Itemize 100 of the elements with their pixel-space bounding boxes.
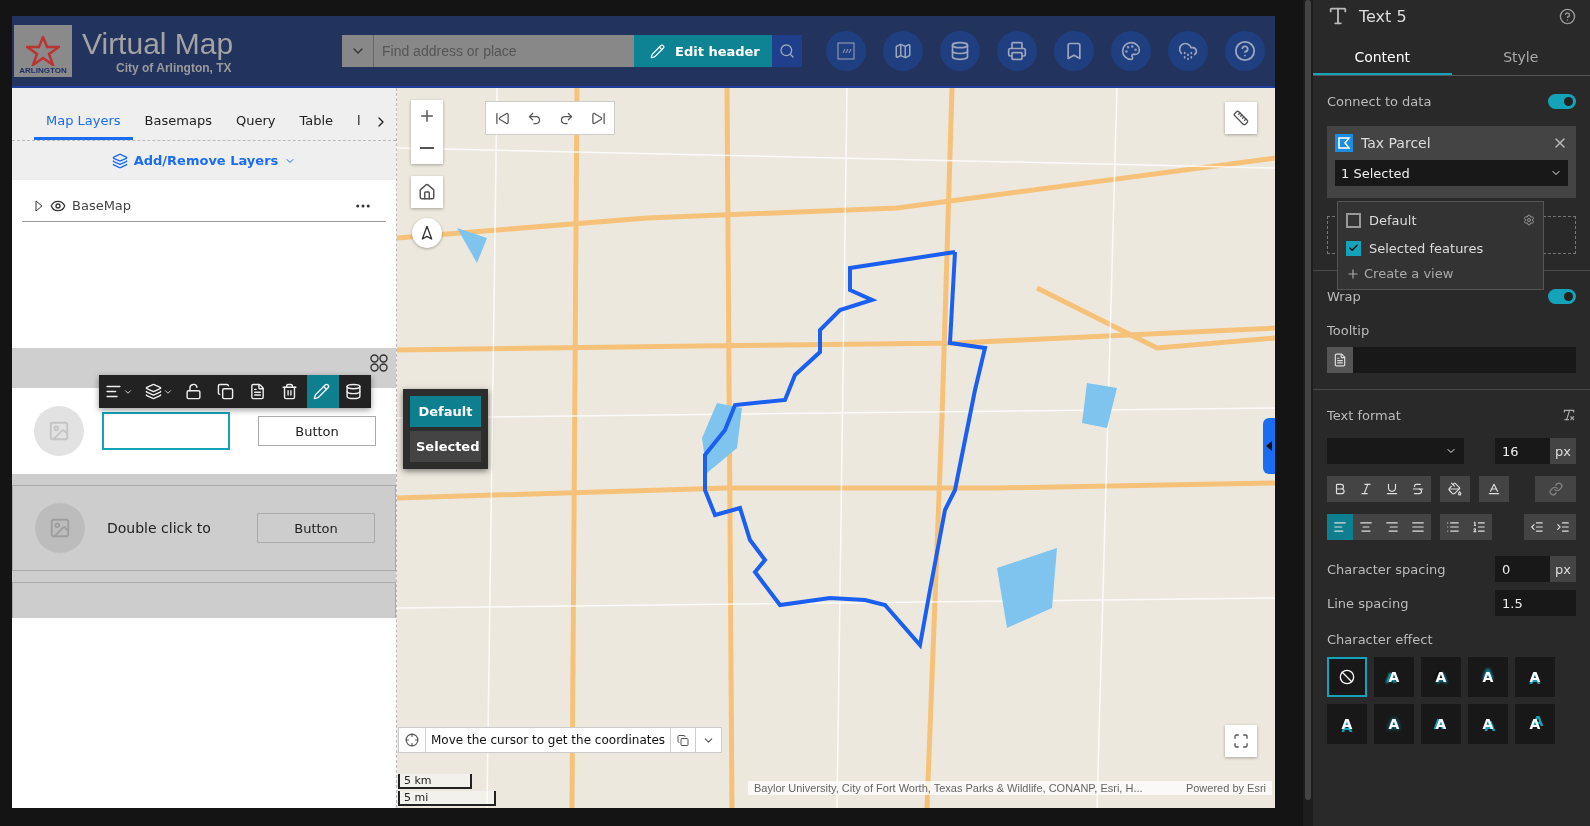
home-button[interactable]	[411, 176, 443, 208]
print-icon[interactable]	[997, 31, 1037, 71]
bookmark-icon[interactable]	[1054, 31, 1094, 71]
font-size-field[interactable]: 16	[1495, 438, 1550, 464]
settings-tab[interactable]: Style	[1451, 40, 1590, 75]
fullscreen-button[interactable]	[1225, 725, 1257, 757]
unit-label: px	[1550, 438, 1576, 464]
layer-row[interactable]: BaseMap	[22, 190, 386, 222]
plus-icon	[418, 107, 436, 125]
text-widget-icon	[1327, 5, 1349, 27]
layers-icon	[145, 383, 162, 400]
text-effect-option[interactable]: A	[1515, 657, 1555, 697]
powered-by-text: Powered by Esri	[1185, 782, 1266, 794]
redo-icon	[558, 110, 574, 126]
setting-label: Wrap	[1327, 288, 1361, 304]
view-label: Selected features	[1369, 240, 1485, 256]
help-icon[interactable]	[1225, 31, 1265, 71]
text-box[interactable]: Double click to	[103, 509, 231, 547]
list-item[interactable]: Double click to Button	[12, 485, 396, 571]
text-effect-option[interactable]: A	[1374, 704, 1414, 744]
view-select[interactable]: 1 Selected	[1335, 160, 1568, 186]
checkbox[interactable]	[1346, 212, 1361, 228]
state-button[interactable]: Default	[410, 396, 481, 427]
list-item-button[interactable]: Button	[257, 513, 375, 543]
char-spacing-field[interactable]: 0	[1495, 556, 1550, 582]
setting-label: Character spacing	[1327, 561, 1446, 577]
minus-icon	[420, 147, 434, 149]
star-icon	[26, 36, 60, 66]
pencil-icon[interactable]	[307, 375, 339, 408]
grid-icon[interactable]	[370, 354, 388, 372]
text-effect-option[interactable]: A	[1421, 704, 1461, 744]
app-title: Virtual Map	[82, 27, 235, 61]
image-placeholder	[35, 503, 85, 553]
crosshair-icon	[405, 733, 419, 747]
text-effect-option[interactable]: A	[1468, 704, 1508, 744]
fullscreen-icon	[1233, 733, 1249, 749]
panel-tab[interactable]: Query	[223, 113, 288, 140]
wrap-toggle[interactable]	[1548, 288, 1576, 304]
text-effect-option[interactable]: A	[1421, 657, 1461, 697]
data-source-name: Tax Parcel	[1361, 135, 1432, 151]
caret-right-icon[interactable]	[34, 198, 44, 213]
map-icon[interactable]	[883, 31, 923, 71]
setting-label: Connect to data	[1327, 93, 1432, 109]
check-icon	[1348, 242, 1359, 254]
layer-name: BaseMap	[72, 198, 133, 213]
scale-label: 5 km	[398, 774, 472, 789]
plus-icon	[1346, 266, 1360, 281]
view-label: Default	[1369, 212, 1418, 228]
scrollbar[interactable]	[1305, 0, 1311, 800]
setting-label: Line spacing	[1327, 595, 1409, 611]
setting-label: Tooltip	[1327, 322, 1370, 338]
panel-tab[interactable]: l	[345, 113, 373, 140]
text-effect-option[interactable]: A	[1468, 657, 1508, 697]
undo-icon	[526, 110, 542, 126]
zoom-out-button[interactable]	[411, 132, 443, 164]
tooltip-field[interactable]	[1327, 347, 1576, 373]
view-option[interactable]: Selected features	[1338, 234, 1543, 262]
view-option[interactable]: Default	[1338, 206, 1543, 234]
unit-label: px	[1550, 556, 1576, 582]
cloud-rain-icon[interactable]	[1168, 31, 1208, 71]
no-effect-option[interactable]	[1327, 657, 1367, 697]
settings-tab[interactable]: Content	[1313, 40, 1452, 75]
list-item-button[interactable]: Button	[258, 416, 376, 446]
text-box[interactable]	[102, 412, 230, 450]
help-icon[interactable]	[1559, 7, 1576, 25]
compass-button[interactable]	[412, 218, 442, 248]
pencil-icon	[650, 43, 665, 59]
logo-text: ARLINGTON	[19, 66, 67, 75]
scale-label: 5 mi	[398, 791, 496, 806]
panel-tab[interactable]: Basemaps	[132, 113, 224, 140]
connect-toggle[interactable]	[1548, 93, 1576, 109]
polygon-icon	[1335, 134, 1353, 152]
panel-tab[interactable]: Table	[287, 113, 346, 140]
settings-icon[interactable]	[1523, 214, 1535, 226]
home-icon	[418, 183, 436, 201]
search-button[interactable]	[771, 35, 802, 67]
collapse-handle[interactable]	[1263, 418, 1275, 474]
setting-label: Text format	[1327, 407, 1401, 423]
compass-icon	[419, 225, 435, 241]
align-icon	[105, 383, 122, 400]
app-subtitle: City of Arlington, TX	[116, 61, 233, 75]
align-left-icon[interactable]	[1327, 514, 1353, 540]
layers-icon	[111, 152, 128, 169]
text-effect-option[interactable]: A	[1515, 704, 1555, 744]
edit-header-button[interactable]: Edit header	[634, 35, 772, 67]
palette-icon[interactable]	[1111, 31, 1151, 71]
create-view-button[interactable]: Create a view	[1338, 262, 1462, 285]
line-spacing-field[interactable]: 1.5	[1495, 590, 1576, 616]
checkbox[interactable]	[1346, 240, 1361, 256]
zoom-in-button[interactable]	[411, 100, 443, 132]
clear-format-icon[interactable]	[1562, 408, 1576, 422]
text-effect-option[interactable]: A	[1327, 704, 1367, 744]
ruler-button[interactable]	[1225, 102, 1257, 134]
skip-forward-icon	[590, 110, 606, 126]
setting-label: Character effect	[1327, 632, 1433, 647]
text-effect-option[interactable]: A	[1374, 657, 1414, 697]
copy-icon	[677, 733, 690, 747]
search-icon	[778, 43, 795, 59]
state-button[interactable]: Selected	[410, 431, 481, 462]
image-placeholder	[34, 406, 84, 456]
